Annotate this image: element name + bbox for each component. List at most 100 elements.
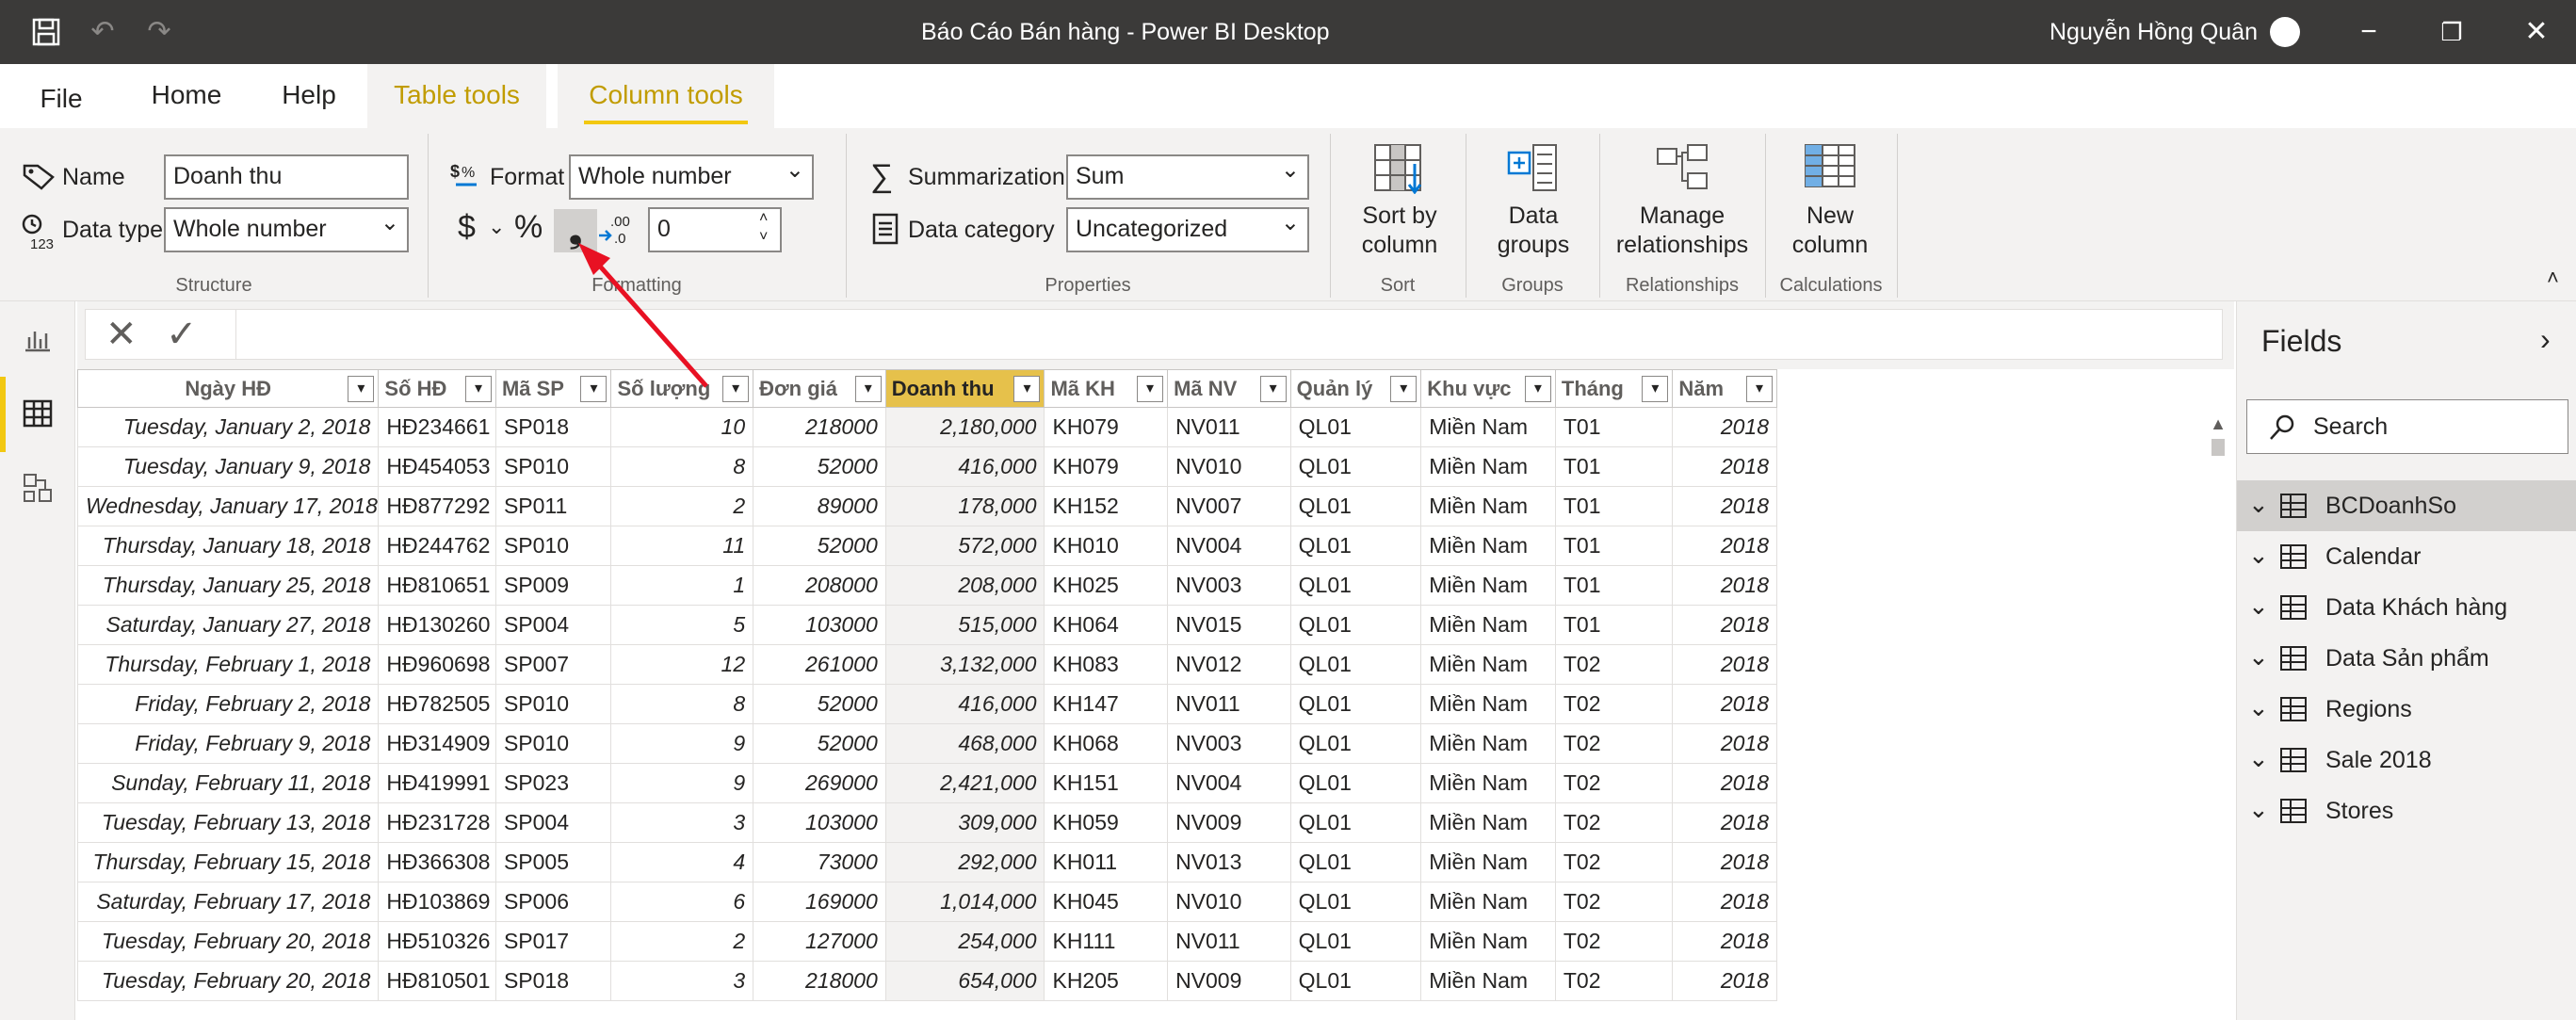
cell-ngay-hd[interactable]: Thursday, February 15, 2018 [76, 842, 380, 882]
cell-thang[interactable]: T02 [1554, 644, 1674, 685]
filter-dropdown-icon[interactable]: ▾ [1524, 376, 1551, 402]
format-select[interactable]: Whole number [569, 154, 814, 200]
field-table-item[interactable]: ⌄ Calendar [2237, 531, 2576, 582]
sort-by-column-button[interactable]: Sort by column [1336, 141, 1464, 260]
field-table-item[interactable]: ⌄ Data Sản phẩm [2237, 633, 2576, 684]
cell-nam[interactable]: 2018 [1672, 407, 1777, 447]
cell-so-hd[interactable]: HĐ366308 [378, 842, 496, 882]
chevron-down-icon[interactable]: ⌄ [2248, 733, 2269, 784]
cell-nam[interactable]: 2018 [1672, 446, 1777, 487]
cell-ma-nv[interactable]: NV010 [1167, 882, 1291, 922]
cell-quan-ly[interactable]: QL01 [1289, 961, 1422, 1001]
report-view-icon[interactable] [0, 301, 75, 377]
column-header-quan-ly[interactable]: Quản lý ▾ [1289, 369, 1422, 408]
summarization-select[interactable]: Sum [1066, 154, 1309, 200]
cell-ngay-hd[interactable]: Wednesday, January 17, 2018 [76, 486, 380, 526]
cell-nam[interactable]: 2018 [1672, 842, 1777, 882]
cell-ma-sp[interactable]: SP006 [494, 882, 612, 922]
cell-so-luong[interactable]: 8 [610, 684, 754, 724]
cell-ma-sp[interactable]: SP018 [494, 407, 612, 447]
cell-don-gia[interactable]: 261000 [753, 644, 886, 685]
tab-file[interactable]: File [19, 68, 104, 132]
column-header-ngay-hd[interactable]: Ngày HĐ ▾ [76, 369, 380, 408]
cell-ma-kh[interactable]: KH205 [1044, 961, 1169, 1001]
cell-khu-vuc[interactable]: Miền Nam [1420, 842, 1556, 882]
field-table-item[interactable]: ⌄ Regions [2237, 684, 2576, 735]
filter-dropdown-icon[interactable]: ▾ [1746, 376, 1773, 402]
cell-so-luong[interactable]: 5 [610, 605, 754, 645]
cell-so-hd[interactable]: HĐ454053 [378, 446, 496, 487]
column-header-doanh-thu[interactable]: Doanh thu ▾ [884, 369, 1045, 408]
cell-quan-ly[interactable]: QL01 [1289, 723, 1422, 764]
cell-doanh-thu[interactable]: 292,000 [884, 842, 1045, 882]
percent-button[interactable]: % [514, 209, 543, 246]
cell-ma-nv[interactable]: NV015 [1167, 605, 1291, 645]
commit-icon[interactable]: ✓ [166, 309, 198, 360]
cell-ma-nv[interactable]: NV009 [1167, 802, 1291, 843]
cell-so-luong[interactable]: 2 [610, 921, 754, 962]
cell-quan-ly[interactable]: QL01 [1289, 763, 1422, 803]
currency-button[interactable]: $ [458, 209, 476, 246]
cell-ma-sp[interactable]: SP017 [494, 921, 612, 962]
cell-khu-vuc[interactable]: Miền Nam [1420, 763, 1556, 803]
cell-don-gia[interactable]: 218000 [753, 407, 886, 447]
cell-don-gia[interactable]: 52000 [753, 723, 886, 764]
cell-thang[interactable]: T02 [1554, 842, 1674, 882]
cell-ma-kh[interactable]: KH010 [1044, 526, 1169, 566]
cell-so-luong[interactable]: 9 [610, 763, 754, 803]
column-header-thang[interactable]: Tháng ▾ [1554, 369, 1674, 408]
chevron-down-icon[interactable]: ⌄ [2248, 529, 2269, 580]
column-header-khu-vuc[interactable]: Khu vực ▾ [1420, 369, 1556, 408]
cell-ma-nv[interactable]: NV011 [1167, 684, 1291, 724]
cell-ma-kh[interactable]: KH011 [1044, 842, 1169, 882]
cell-doanh-thu[interactable]: 515,000 [884, 605, 1045, 645]
cell-thang[interactable]: T01 [1554, 565, 1674, 606]
cell-ngay-hd[interactable]: Thursday, January 18, 2018 [76, 526, 380, 566]
cell-ma-kh[interactable]: KH079 [1044, 407, 1169, 447]
user-name[interactable]: Nguyễn Hồng Quân [2049, 0, 2258, 64]
cell-ma-nv[interactable]: NV010 [1167, 446, 1291, 487]
cell-ngay-hd[interactable]: Tuesday, January 9, 2018 [76, 446, 380, 487]
cell-doanh-thu[interactable]: 254,000 [884, 921, 1045, 962]
cell-doanh-thu[interactable]: 309,000 [884, 802, 1045, 843]
cell-so-luong[interactable]: 2 [610, 486, 754, 526]
filter-dropdown-icon[interactable]: ▾ [1390, 376, 1418, 402]
cell-khu-vuc[interactable]: Miền Nam [1420, 605, 1556, 645]
cell-ngay-hd[interactable]: Tuesday, February 20, 2018 [76, 921, 380, 962]
cell-thang[interactable]: T02 [1554, 763, 1674, 803]
cell-thang[interactable]: T01 [1554, 407, 1674, 447]
cell-thang[interactable]: T02 [1554, 802, 1674, 843]
column-header-ma-kh[interactable]: Mã KH ▾ [1044, 369, 1169, 408]
cell-ma-kh[interactable]: KH152 [1044, 486, 1169, 526]
cell-nam[interactable]: 2018 [1672, 565, 1777, 606]
currency-dropdown-icon[interactable]: ⌄ [488, 215, 505, 239]
cell-thang[interactable]: T01 [1554, 486, 1674, 526]
close-icon[interactable]: ✕ [2513, 0, 2560, 64]
cell-quan-ly[interactable]: QL01 [1289, 605, 1422, 645]
cell-ma-sp[interactable]: SP023 [494, 763, 612, 803]
cell-so-luong[interactable]: 4 [610, 842, 754, 882]
data-type-select[interactable]: Whole number [164, 207, 409, 252]
cell-so-hd[interactable]: HĐ960698 [378, 644, 496, 685]
minimize-icon[interactable]: − [2345, 0, 2392, 64]
cell-ma-kh[interactable]: KH059 [1044, 802, 1169, 843]
cell-ma-kh[interactable]: KH045 [1044, 882, 1169, 922]
cell-so-hd[interactable]: HĐ130260 [378, 605, 496, 645]
cell-ngay-hd[interactable]: Thursday, January 25, 2018 [76, 565, 380, 606]
column-header-ma-nv[interactable]: Mã NV ▾ [1167, 369, 1291, 408]
cell-khu-vuc[interactable]: Miền Nam [1420, 882, 1556, 922]
cell-ma-nv[interactable]: NV011 [1167, 921, 1291, 962]
cell-don-gia[interactable]: 208000 [753, 565, 886, 606]
cell-so-hd[interactable]: HĐ231728 [378, 802, 496, 843]
cell-khu-vuc[interactable]: Miền Nam [1420, 526, 1556, 566]
cell-quan-ly[interactable]: QL01 [1289, 486, 1422, 526]
cell-so-hd[interactable]: HĐ244762 [378, 526, 496, 566]
cell-ma-nv[interactable]: NV009 [1167, 961, 1291, 1001]
fields-search-box[interactable]: Search [2246, 399, 2568, 454]
chevron-down-icon[interactable]: ⌄ [2248, 682, 2269, 733]
cell-ma-nv[interactable]: NV004 [1167, 763, 1291, 803]
cell-ma-sp[interactable]: SP010 [494, 526, 612, 566]
cell-khu-vuc[interactable]: Miền Nam [1420, 486, 1556, 526]
restore-icon[interactable]: ❐ [2428, 0, 2475, 64]
cell-quan-ly[interactable]: QL01 [1289, 446, 1422, 487]
